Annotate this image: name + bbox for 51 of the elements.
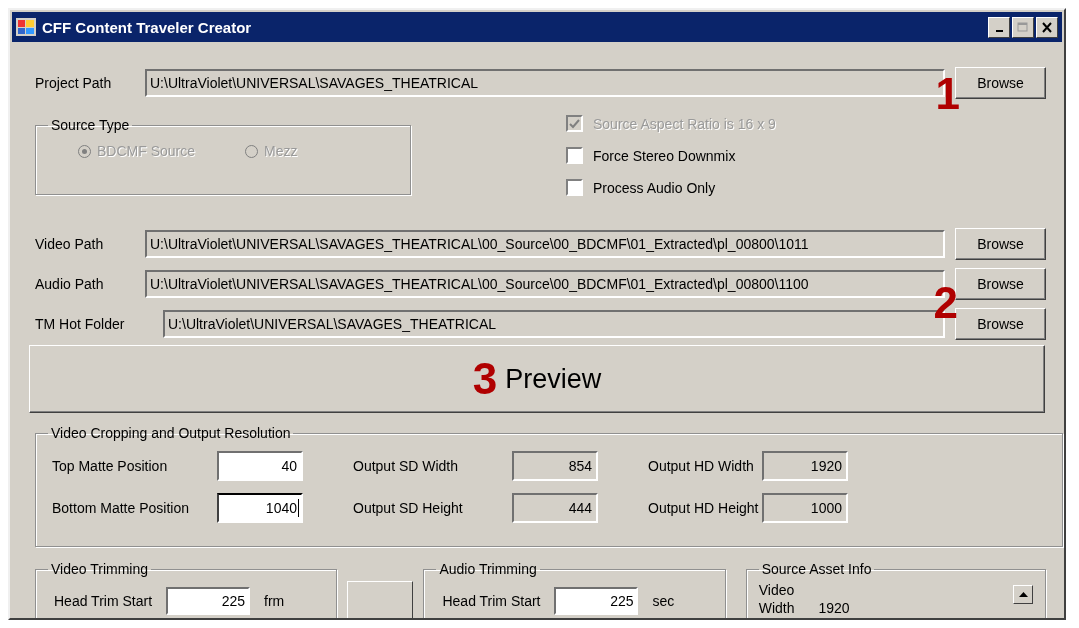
checkbox-option[interactable]: Force Stereo Downmix xyxy=(566,147,776,164)
field-label: Output HD Height xyxy=(647,500,760,516)
field-label: TM Hot Folder xyxy=(35,315,126,332)
checkbox-option[interactable]: Process Audio Only xyxy=(566,179,776,196)
info-value: 1920 xyxy=(818,599,850,617)
field-label: Project Path xyxy=(35,74,113,91)
field-label: Head Trim Start xyxy=(442,593,541,609)
close-button[interactable] xyxy=(1036,16,1058,38)
app-icon xyxy=(16,18,36,36)
scroll-up-button[interactable] xyxy=(1013,585,1033,604)
number-field[interactable]: 444 xyxy=(512,493,598,523)
group-title: Source Type xyxy=(50,117,131,133)
field-label: Head Trim Start xyxy=(54,593,153,609)
minimize-button[interactable] xyxy=(988,16,1010,38)
number-field[interactable]: 225 xyxy=(554,587,639,615)
path-field[interactable]: U:\UltraViolet\UNIVERSAL\SAVAGES_THEATRICAL\00_Source\00_BDCMF\01_Extracted\pl_00800\1011 xyxy=(145,229,945,258)
number-field[interactable]: 40 xyxy=(217,451,303,481)
field-label: Bottom Matte Position xyxy=(52,500,190,516)
group-title: Video Cropping and Output Resolution xyxy=(50,425,292,441)
close-icon xyxy=(1041,21,1053,33)
preview-button[interactable]: 3 Preview xyxy=(29,345,1045,413)
annotation-number: 3 xyxy=(472,357,498,401)
checkbox[interactable] xyxy=(566,179,583,196)
browse-button[interactable]: Browse xyxy=(955,267,1046,300)
browse-button[interactable]: Browse xyxy=(955,66,1046,99)
unit-label: sec xyxy=(652,593,675,609)
number-field[interactable]: 1040 xyxy=(217,493,303,523)
info-label: Video xyxy=(758,581,795,599)
group-title: Audio Trimming xyxy=(438,561,538,577)
number-field[interactable]: 225 xyxy=(166,587,251,615)
field-label: Audio Path xyxy=(35,275,105,292)
maximize-button[interactable] xyxy=(1012,16,1034,38)
browse-button[interactable]: Browse xyxy=(955,227,1046,260)
group-title: Video Trimming xyxy=(50,561,149,577)
field-label: Top Matte Position xyxy=(52,458,169,474)
up-arrow-icon xyxy=(1018,592,1028,597)
group-title: Source Asset Info xyxy=(760,561,873,577)
field-label: Output HD Width xyxy=(647,458,755,474)
number-field[interactable]: 854 xyxy=(512,451,598,481)
checkbox[interactable] xyxy=(566,147,583,164)
minimize-icon xyxy=(995,30,1003,32)
maximize-icon xyxy=(1017,21,1029,33)
number-field[interactable]: 1000 xyxy=(762,493,848,523)
window-title: CFF Content Traveler Creator xyxy=(42,18,253,36)
unit-label: frm xyxy=(264,593,285,609)
number-field[interactable]: 1920 xyxy=(762,451,848,481)
field-label: Output SD Width xyxy=(352,458,460,474)
field-label: Video Path xyxy=(35,235,105,252)
field-label: Output SD Height xyxy=(352,500,464,516)
browse-button[interactable]: Browse xyxy=(955,307,1046,340)
info-label: Width xyxy=(758,599,795,617)
